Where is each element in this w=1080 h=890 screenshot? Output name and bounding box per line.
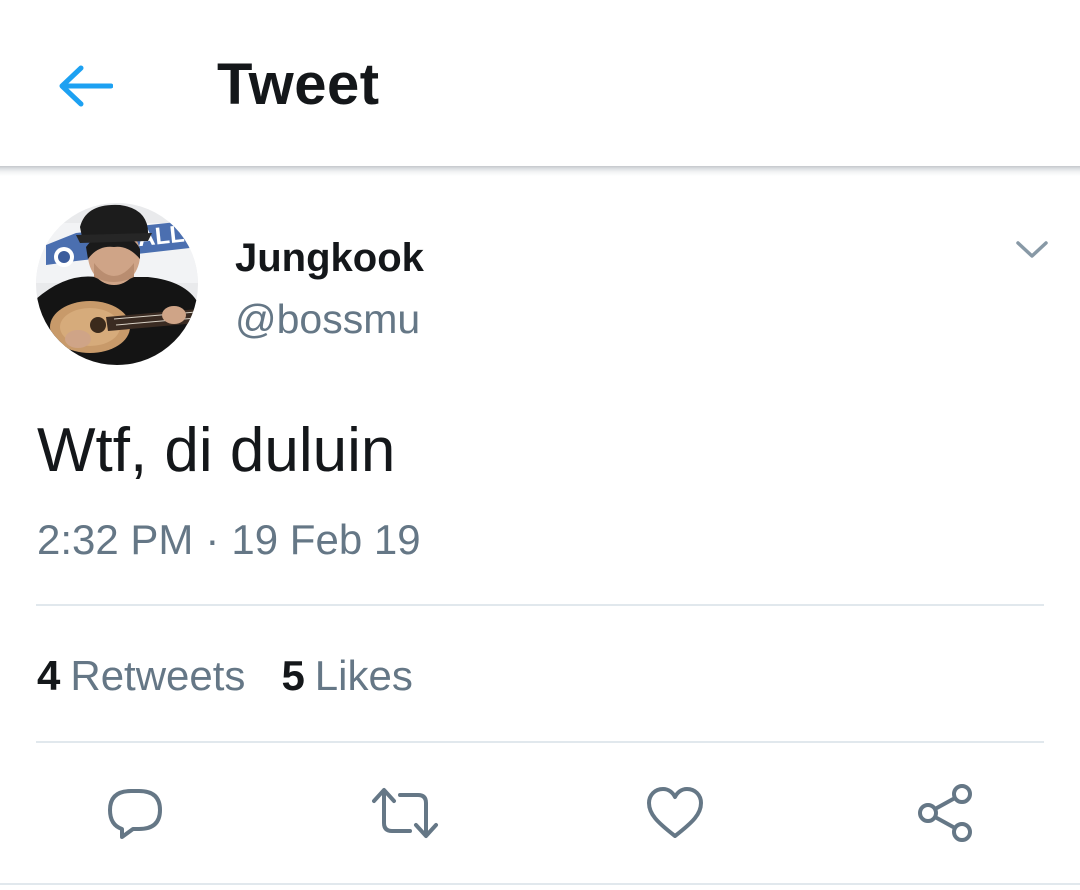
tweet-timestamp: 2:32 PM · 19 Feb 19: [37, 514, 421, 566]
retweets-stat[interactable]: 4 Retweets: [37, 650, 245, 702]
share-button[interactable]: [910, 778, 980, 848]
divider-bottom: [36, 741, 1044, 743]
retweets-label: Retweets: [70, 652, 246, 699]
reply-button[interactable]: [100, 778, 170, 848]
meta-separator: ·: [205, 516, 220, 563]
header-shadow: [0, 166, 1080, 176]
tweet-stats: 4 Retweets 5 Likes: [37, 650, 413, 702]
avatar-photo: IALL: [36, 203, 198, 365]
heart-icon: [647, 787, 703, 838]
reply-icon: [108, 789, 162, 839]
share-icon: [918, 784, 972, 842]
divider-top: [36, 604, 1044, 606]
app-header: Tweet: [0, 0, 1080, 168]
back-button[interactable]: [40, 44, 130, 128]
tweet-options-button[interactable]: [1006, 228, 1058, 272]
page-title: Tweet: [217, 52, 380, 117]
likes-stat[interactable]: 5 Likes: [281, 650, 412, 702]
retweet-icon: [372, 788, 438, 838]
chevron-down-icon: [1016, 241, 1048, 258]
author-name[interactable]: Jungkook: [235, 234, 424, 282]
tweet-date: 19 Feb 19: [231, 516, 421, 563]
retweets-count: 4: [37, 652, 61, 699]
bottom-divider: [0, 883, 1080, 885]
arrow-left-icon: [59, 65, 113, 107]
avatar[interactable]: IALL: [36, 203, 198, 365]
tweet-text: Wtf, di duluin: [37, 416, 396, 485]
author-handle[interactable]: @bossmu: [235, 294, 420, 344]
likes-count: 5: [281, 652, 305, 699]
like-button[interactable]: [640, 778, 710, 848]
likes-label: Likes: [314, 652, 413, 699]
retweet-button[interactable]: [370, 778, 440, 848]
tweet-time: 2:32 PM: [37, 516, 194, 563]
